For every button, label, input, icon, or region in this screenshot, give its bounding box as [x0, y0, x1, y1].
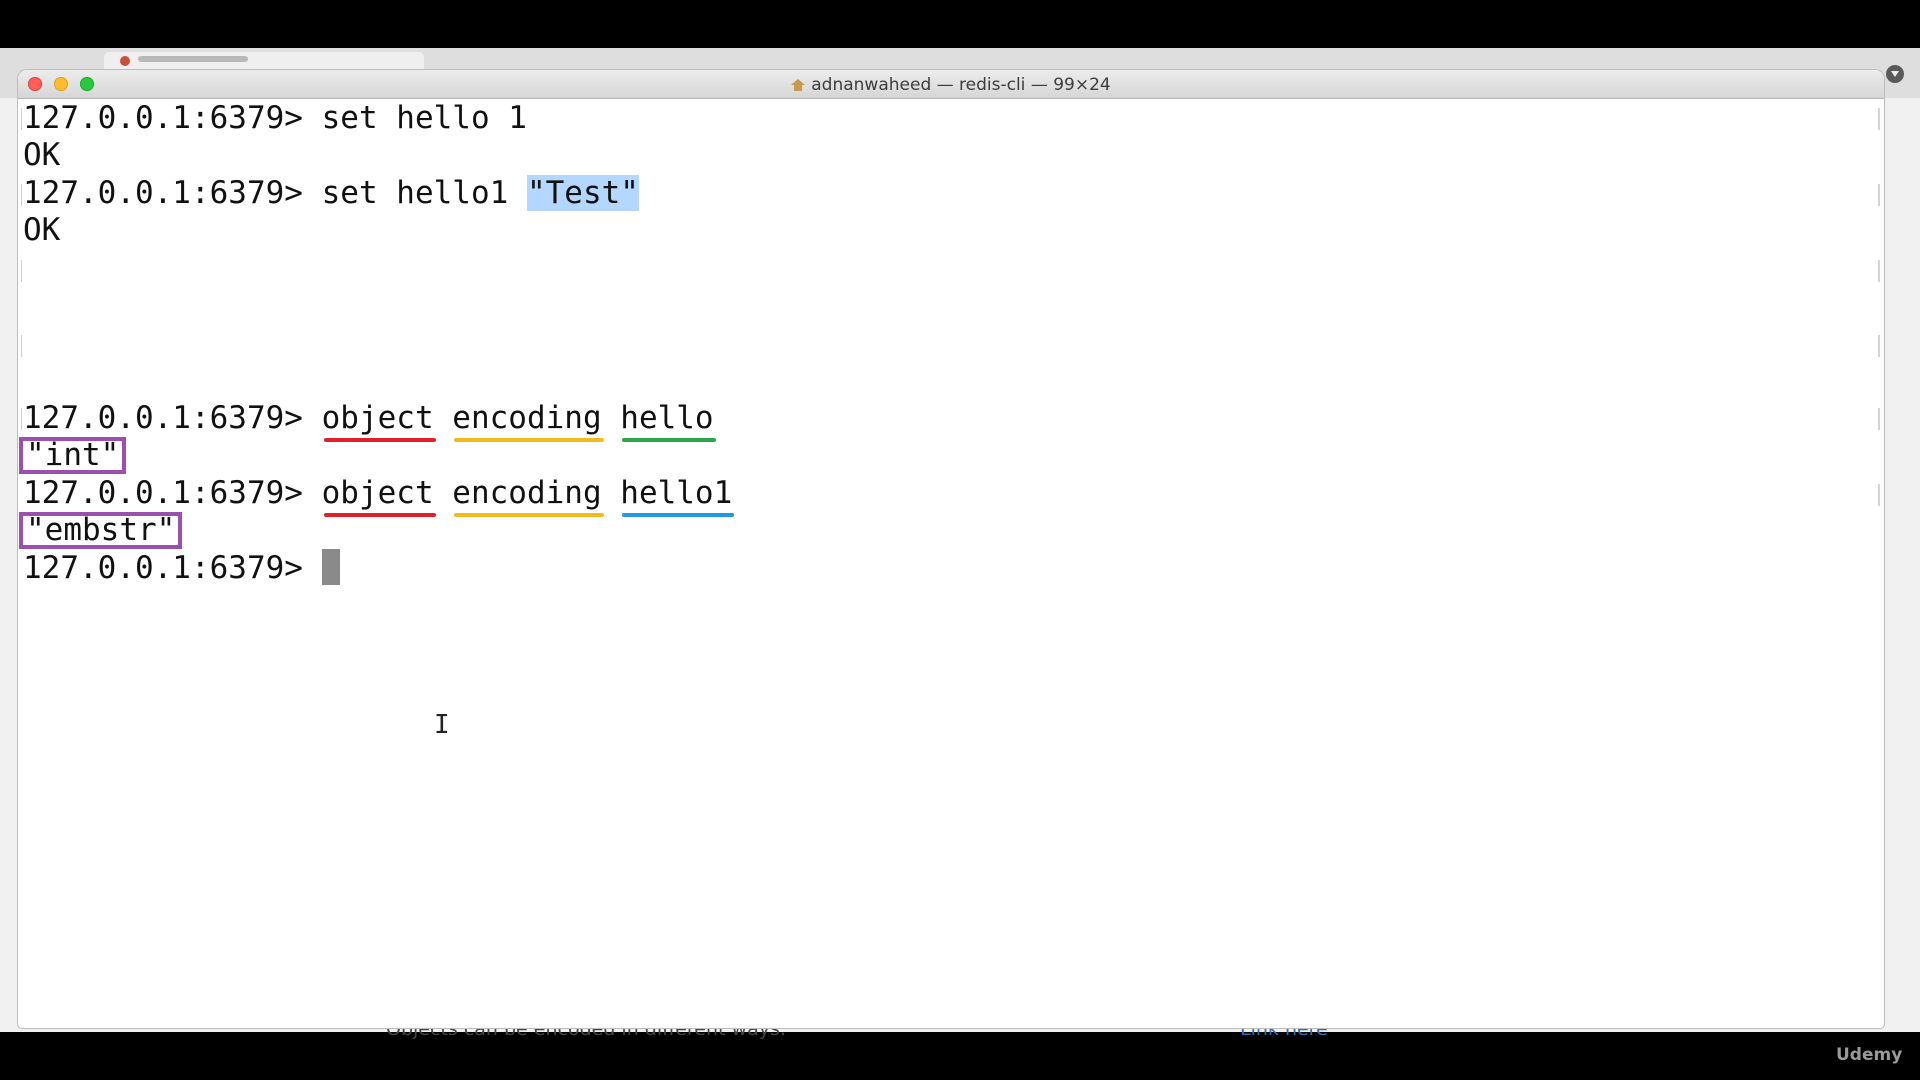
tab-title-placeholder [138, 56, 248, 62]
udemy-watermark: Udemy [1836, 1045, 1903, 1065]
gutter-mark [21, 408, 22, 430]
terminal-line: OK [23, 212, 60, 248]
prompt: 127.0.0.1:6379> [23, 100, 303, 136]
output-text: OK [23, 137, 61, 173]
gutter-mark [21, 108, 22, 130]
terminal-line: "embstr" [19, 512, 183, 549]
scroll-marker [1878, 335, 1880, 357]
command-text: set hello1 [321, 175, 527, 211]
word-key: hello [620, 400, 716, 442]
gutter-mark [21, 335, 22, 357]
terminal-line: 127.0.0.1:6379> object encoding hello [23, 400, 716, 442]
home-icon [791, 79, 806, 91]
terminal-line: "int" [19, 437, 127, 474]
highlighted-output: "int" [19, 437, 127, 474]
prompt: 127.0.0.1:6379> [23, 475, 303, 511]
tab-favicon-icon [120, 56, 130, 66]
text-cursor [321, 548, 340, 585]
terminal-line: 127.0.0.1:6379> set hello1 "Test" [23, 175, 639, 211]
browser-tab[interactable] [104, 52, 424, 72]
word-key: hello1 [620, 475, 735, 517]
scroll-marker [1878, 484, 1880, 506]
word-encoding: encoding [452, 400, 604, 442]
prompt: 127.0.0.1:6379> [23, 550, 303, 586]
terminal-line: 127.0.0.1:6379> [23, 548, 340, 586]
gutter-mark [21, 184, 22, 206]
word-object: object [321, 400, 436, 442]
dropdown-icon[interactable] [1886, 65, 1904, 83]
terminal-window: adnanwaheed — redis-cli — 99×24 127.0.0.… [18, 70, 1884, 1028]
output-text: OK [23, 212, 61, 248]
terminal-body[interactable]: 127.0.0.1:6379> set hello 1 OK 127.0.0.1… [19, 100, 1884, 1028]
prompt: 127.0.0.1:6379> [23, 400, 303, 436]
window-title: adnanwaheed — redis-cli — 99×24 [811, 75, 1111, 95]
scroll-marker [1878, 184, 1880, 206]
prompt: 127.0.0.1:6379> [23, 175, 303, 211]
gutter-mark [21, 260, 22, 282]
word-encoding: encoding [452, 475, 604, 517]
terminal-line: OK [23, 137, 60, 173]
command-text: set hello 1 [321, 100, 527, 136]
scroll-marker [1878, 108, 1880, 130]
selected-text: "Test" [526, 175, 639, 211]
scroll-marker [1878, 408, 1880, 430]
title-bar[interactable]: adnanwaheed — redis-cli — 99×24 [18, 70, 1884, 99]
text-cursor-icon: I [434, 710, 450, 740]
terminal-line: 127.0.0.1:6379> object encoding hello1 [23, 475, 735, 517]
highlighted-output: "embstr" [19, 512, 183, 549]
window-title-wrap: adnanwaheed — redis-cli — 99×24 [18, 75, 1884, 95]
scroll-marker [1878, 260, 1880, 282]
terminal-line: 127.0.0.1:6379> set hello 1 [23, 100, 527, 136]
word-object: object [321, 475, 436, 517]
